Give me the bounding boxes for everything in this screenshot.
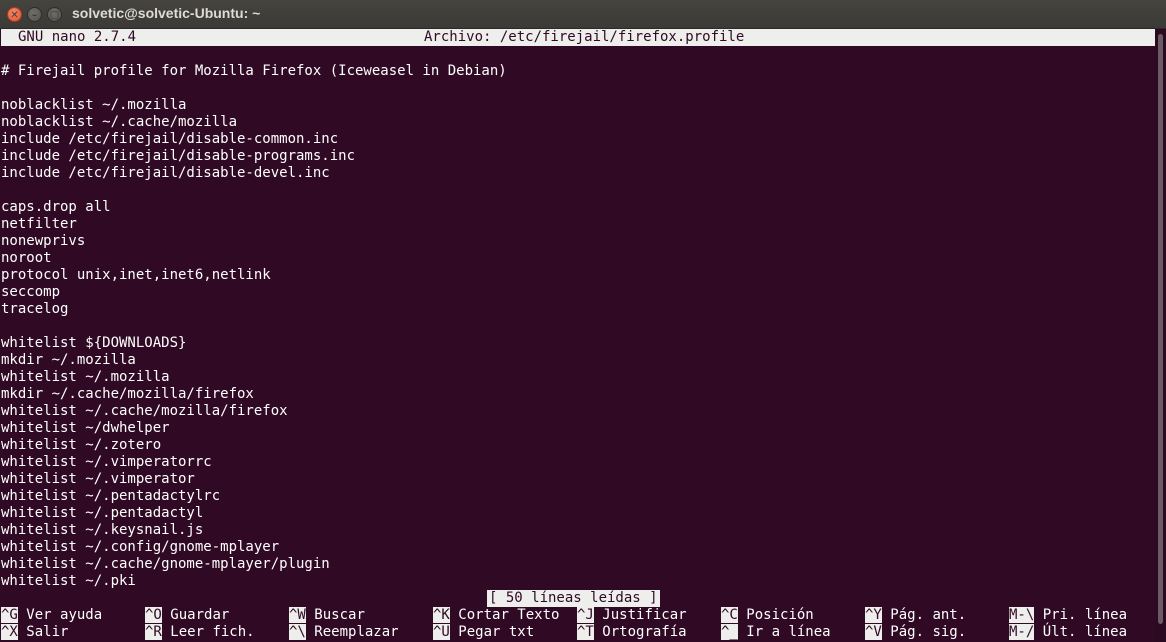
editor-line: whitelist ~/.zotero [1, 437, 162, 453]
shortcut-label: Pág. sig. [890, 624, 967, 640]
shortcut-label: Pri. línea [1042, 607, 1128, 623]
shortcut-item[interactable]: ^J Justificar [577, 607, 687, 624]
window-title: solvetic@solvetic-Ubuntu: ~ [72, 5, 261, 21]
shortcut-item[interactable]: ^_ Ir a línea [721, 624, 831, 641]
editor-line: whitelist ~/.keysnail.js [1, 522, 204, 538]
shortcut-label: Últ. línea [1042, 624, 1128, 640]
shortcut-key: ^T [577, 624, 594, 640]
nano-header: GNU nano 2.7.4 Archivo: /etc/firejail/fi… [1, 29, 1155, 46]
scrollbar-thumb[interactable] [1158, 34, 1163, 624]
shortcut-label: Ortografía [602, 624, 687, 640]
editor-line: protocol unix,inet,inet6,netlink [1, 267, 271, 283]
editor-line: whitelist ~/.pentadactylrc [1, 488, 221, 504]
editor-line: noblacklist ~/.cache/mozilla [1, 114, 238, 130]
shortcut-key: ^Y [865, 607, 882, 623]
shortcut-label: Justificar [602, 607, 687, 623]
shortcut-item[interactable]: ^Y Pág. ant. [865, 607, 966, 624]
editor-line: whitelist ~/.pentadactyl [1, 505, 204, 521]
shortcut-item[interactable]: ^R Leer fich. [145, 624, 255, 641]
editor-line: whitelist ~/.cache/gnome-mplayer/plugin [1, 556, 330, 572]
editor-line: whitelist ~/dwhelper [1, 420, 170, 436]
editor-line: whitelist ~/.cache/mozilla/firefox [1, 403, 288, 419]
shortcut-key: ^O [145, 607, 162, 623]
nano-version: GNU nano 2.7.4 [18, 29, 137, 45]
shortcut-item[interactable]: ^T Ortografía [577, 624, 687, 641]
editor-line: # Firejail profile for Mozilla Firefox (… [1, 63, 507, 79]
title-bar[interactable]: ✕ – □ solvetic@solvetic-Ubuntu: ~ [0, 0, 1166, 29]
shortcut-item[interactable]: ^\ Reemplazar [289, 624, 399, 641]
shortcut-item[interactable]: ^X Salir [1, 624, 68, 641]
editor-line: netfilter [1, 216, 77, 232]
editor-line: mkdir ~/.mozilla [1, 352, 136, 368]
editor-line: mkdir ~/.cache/mozilla/firefox [1, 386, 254, 402]
close-icon[interactable]: ✕ [7, 7, 22, 22]
shortcut-key: ^J [577, 607, 594, 623]
status-message: [ 50 líneas leídas ] [487, 590, 660, 607]
maximize-icon[interactable]: □ [47, 7, 62, 22]
shortcut-label: Reemplazar [314, 624, 399, 640]
shortcut-label: Pág. ant. [890, 607, 967, 623]
nano-file-label: Archivo: /etc/firejail/firefox.profile [424, 29, 745, 45]
editor-line: whitelist ~/.vimperatorrc [1, 454, 212, 470]
shortcut-label: Posición [746, 607, 814, 623]
shortcut-label: Leer fich. [170, 624, 255, 640]
editor-line: caps.drop all [1, 199, 111, 215]
editor-line: include /etc/firejail/disable-common.inc [1, 131, 339, 147]
shortcut-key: ^X [1, 624, 18, 640]
shortcut-label: Buscar [314, 607, 365, 623]
shortcut-key: ^V [865, 624, 882, 640]
shortcut-label: Salir [26, 624, 69, 640]
shortcut-label: Cortar Texto [458, 607, 560, 623]
shortcut-label: Ir a línea [746, 624, 831, 640]
shortcut-label: Pegar txt [458, 624, 535, 640]
shortcut-item[interactable]: M-\ Pri. línea [1009, 607, 1127, 624]
editor-line: whitelist ~/.pki [1, 573, 136, 589]
terminal-window: ✕ – □ solvetic@solvetic-Ubuntu: ~ GNU na… [0, 0, 1166, 642]
shortcut-item[interactable]: ^U Pegar txt [433, 624, 534, 641]
shortcut-key: M-/ [1009, 624, 1035, 640]
terminal-area[interactable]: GNU nano 2.7.4 Archivo: /etc/firejail/fi… [0, 29, 1155, 642]
editor-line: whitelist ${DOWNLOADS} [1, 335, 187, 351]
shortcut-item[interactable]: ^C Posición [721, 607, 814, 624]
shortcut-key: M-\ [1009, 607, 1035, 623]
shortcut-item[interactable]: ^K Cortar Texto [433, 607, 559, 624]
shortcut-key: ^W [289, 607, 306, 623]
shortcut-key: ^G [1, 607, 18, 623]
editor-line: include /etc/firejail/disable-devel.inc [1, 165, 330, 181]
shortcut-key: ^_ [721, 624, 738, 640]
shortcut-item[interactable]: ^V Pág. sig. [865, 624, 966, 641]
editor-line: include /etc/firejail/disable-programs.i… [1, 148, 356, 164]
editor-line: noblacklist ~/.mozilla [1, 97, 187, 113]
shortcut-key: ^C [721, 607, 738, 623]
editor-line: noroot [1, 250, 52, 266]
shortcut-key: ^R [145, 624, 162, 640]
shortcut-item[interactable]: ^O Guardar [145, 607, 229, 624]
editor-line: seccomp [1, 284, 61, 300]
shortcut-key: ^\ [289, 624, 306, 640]
editor-line: whitelist ~/.vimperator [1, 471, 195, 487]
editor-line: whitelist ~/.mozilla [1, 369, 170, 385]
shortcut-label: Ver ayuda [26, 607, 103, 623]
minimize-icon[interactable]: – [27, 7, 42, 22]
shortcut-label: Guardar [170, 607, 230, 623]
shortcut-key: ^U [433, 624, 450, 640]
shortcut-item[interactable]: ^W Buscar [289, 607, 365, 624]
editor-line: nonewprivs [1, 233, 86, 249]
shortcut-item[interactable]: M-/ Últ. línea [1009, 624, 1127, 641]
shortcut-key: ^K [433, 607, 450, 623]
editor-line: whitelist ~/.config/gnome-mplayer [1, 539, 280, 555]
editor-line: tracelog [1, 301, 69, 317]
shortcut-item[interactable]: ^G Ver ayuda [1, 607, 102, 624]
